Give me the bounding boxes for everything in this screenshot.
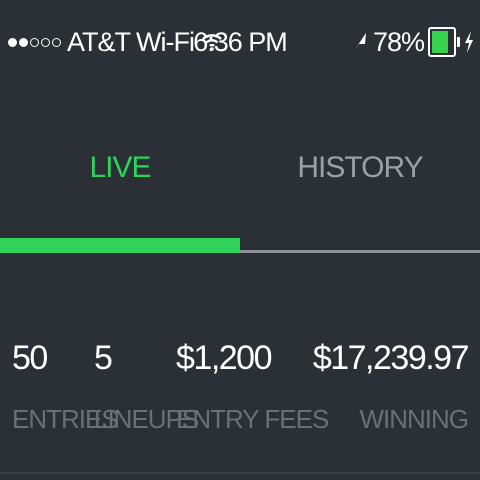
battery-tip	[457, 37, 460, 47]
tab-bar: LIVE HISTORY	[0, 138, 480, 198]
entry-fees-label: ENTRY FEES	[176, 404, 329, 434]
stat-entry-fees: $1,200 ENTRY FEES	[176, 336, 329, 436]
bottom-divider	[0, 472, 480, 474]
entry-fees-value: $1,200	[176, 339, 273, 377]
tab-live[interactable]: LIVE	[0, 138, 240, 198]
screen: AT&T Wi-Fi 6:36 PM 78% LIVE HISTORY 50 E…	[0, 0, 480, 480]
location-arrow-icon	[353, 33, 366, 51]
tab-active-indicator	[0, 238, 240, 253]
tab-history[interactable]: HISTORY	[240, 138, 480, 198]
winning-label: WINNING	[359, 404, 469, 434]
status-bar-right: 78%	[353, 26, 474, 58]
battery-percent: 78%	[372, 26, 425, 57]
winning-value: $17,239.97	[312, 339, 470, 377]
battery-level-fill	[432, 31, 448, 53]
stat-winning: $17,239.97 WINNING	[312, 336, 470, 436]
charging-bolt-icon	[465, 31, 473, 53]
status-bar: AT&T Wi-Fi 6:36 PM 78%	[0, 0, 480, 86]
battery-icon	[428, 27, 456, 57]
